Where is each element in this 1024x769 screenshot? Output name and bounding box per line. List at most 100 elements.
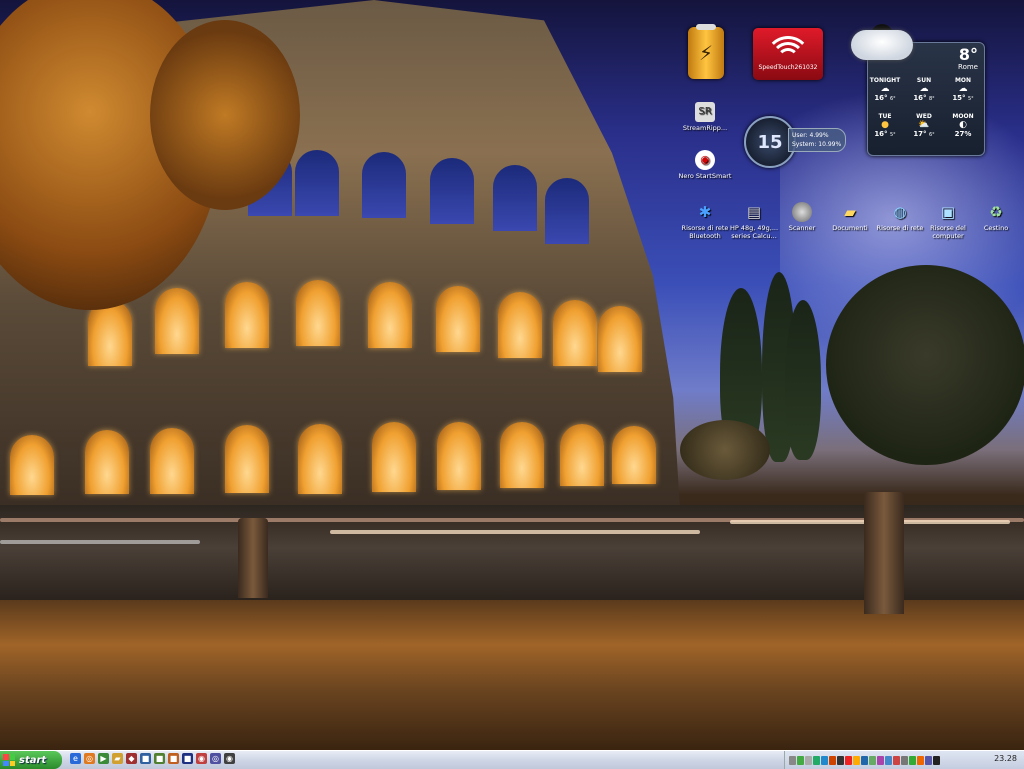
tray-icon[interactable] <box>805 755 812 765</box>
weather-gadget[interactable]: 8° Rome TONIGHT ☁ 16° 6° SUN ☁ 16° 8° MO… <box>851 24 985 156</box>
app-icon[interactable]: ■ <box>168 753 179 764</box>
cpu-system: System: 10.99% <box>792 141 842 148</box>
cloud-rain-icon: ☁ <box>880 84 890 94</box>
ie-icon[interactable]: e <box>70 753 81 764</box>
arch <box>225 425 269 493</box>
system-tray: 23.28 <box>784 751 1024 769</box>
bluetooth-icon: ✱ <box>698 203 712 221</box>
moon-phase-icon: ◐ <box>959 120 967 130</box>
wet-pavement <box>0 600 1024 750</box>
desktop-icon-recycle-bin[interactable]: ♻ Cestino <box>968 202 1024 233</box>
tray-icon[interactable] <box>813 755 820 765</box>
arch <box>225 282 269 348</box>
app-icon[interactable]: ◎ <box>210 753 221 764</box>
app-icon[interactable]: ■ <box>182 753 193 764</box>
app-icon[interactable]: ◉ <box>196 753 207 764</box>
tray-icon[interactable] <box>933 755 940 765</box>
calculator-icon: ▤ <box>746 203 762 221</box>
wifi-signal-icon <box>753 34 823 60</box>
arch <box>150 428 194 494</box>
arch <box>10 435 54 495</box>
app-icon[interactable]: ◆ <box>126 753 137 764</box>
tray-icon[interactable] <box>877 755 884 765</box>
arch <box>372 422 416 492</box>
desktop-icon-bluetooth[interactable]: ✱ Risorse di rete Bluetooth <box>677 202 733 241</box>
forecast-day: TONIGHT ☁ 16° 6° <box>869 77 901 102</box>
arch <box>436 286 480 352</box>
light-streak <box>330 530 700 534</box>
arch <box>560 424 604 486</box>
tray-icon[interactable] <box>917 755 924 765</box>
arch <box>430 158 474 224</box>
arch <box>545 178 589 244</box>
arch <box>298 424 342 494</box>
street-bollard <box>238 518 268 598</box>
arch <box>493 165 537 231</box>
desktop-icon-documents[interactable]: ▰ Documenti <box>822 202 878 233</box>
documents-folder-icon: ▰ <box>844 203 856 221</box>
my-computer-icon: ▣ <box>940 203 956 221</box>
battery-cap <box>696 24 716 30</box>
firefox-icon[interactable]: ◎ <box>84 753 95 764</box>
tray-icon[interactable] <box>861 755 868 765</box>
tray-icon[interactable] <box>837 755 844 765</box>
tray-icon[interactable] <box>909 755 916 765</box>
tray-icon[interactable] <box>789 755 796 765</box>
arch <box>437 422 481 490</box>
tray-icon[interactable] <box>797 755 804 765</box>
sun-icon: ● <box>881 120 889 130</box>
cloud-rain-icon: ☁ <box>919 84 929 94</box>
quick-launch: e ◎ ▶ ▰ ◆ ■ ■ ■ ■ ◉ ◎ ◉ <box>70 753 235 764</box>
tray-icon[interactable] <box>853 755 860 765</box>
arch <box>362 152 406 218</box>
tray-icon[interactable] <box>885 755 892 765</box>
app-icon[interactable]: ■ <box>154 753 165 764</box>
forecast-day: MOON ◐ 27% <box>946 113 980 138</box>
desktop-icon-nero[interactable]: ◉ Nero StartSmart <box>677 150 733 180</box>
tray-icon[interactable] <box>893 755 900 765</box>
streamripper-icon: SR <box>695 102 715 122</box>
wifi-gadget[interactable]: SpeedTouch261032 <box>753 28 823 80</box>
street-bollard <box>864 492 904 614</box>
cloud-rain-icon: ☁ <box>958 84 968 94</box>
battery-gadget[interactable]: ⚡ <box>688 24 724 79</box>
arch <box>498 292 542 358</box>
arch <box>155 288 199 354</box>
scanner-icon <box>792 202 812 222</box>
cpu-meter-gadget[interactable]: User: 4.99% System: 10.99% <box>788 128 846 152</box>
cloud-icon <box>851 30 913 60</box>
app-icon[interactable]: ◉ <box>224 753 235 764</box>
taskbar-clock[interactable]: 23.28 <box>994 754 1017 763</box>
nero-icon: ◉ <box>695 150 715 170</box>
start-button[interactable]: start <box>0 751 62 769</box>
recycle-bin-icon: ♻ <box>989 203 1003 221</box>
autumn-tree <box>150 20 300 210</box>
windows-logo-icon <box>3 754 15 766</box>
app-icon[interactable]: ■ <box>140 753 151 764</box>
clock-gadget-value: 15 <box>757 131 783 153</box>
arch <box>85 430 129 494</box>
weather-temp: 8° <box>958 45 978 64</box>
cypress-tree <box>785 300 821 460</box>
forecast-day: TUE ● 16° 5° <box>868 113 902 138</box>
tray-icon[interactable] <box>869 755 876 765</box>
forecast-day: SUN ☁ 16° 8° <box>907 77 941 102</box>
light-streak <box>0 540 200 544</box>
desktop-icon-streamripper[interactable]: SR StreamRipp... <box>677 102 733 132</box>
cpu-user: User: 4.99% <box>792 132 829 139</box>
tray-icons <box>789 755 940 765</box>
arch <box>295 150 339 216</box>
tray-icon[interactable] <box>845 755 852 765</box>
tray-icon[interactable] <box>829 755 836 765</box>
folder-icon[interactable]: ▰ <box>112 753 123 764</box>
tray-icon[interactable] <box>821 755 828 765</box>
tray-icon[interactable] <box>901 755 908 765</box>
media-icon[interactable]: ▶ <box>98 753 109 764</box>
forecast-day: WED ⛅ 17° 6° <box>907 113 941 138</box>
battery-charging-icon: ⚡ <box>698 41 714 65</box>
weather-city: Rome <box>958 63 978 71</box>
arch <box>612 426 656 484</box>
shrub <box>680 420 770 480</box>
tray-icon[interactable] <box>925 755 932 765</box>
arch <box>553 300 597 366</box>
